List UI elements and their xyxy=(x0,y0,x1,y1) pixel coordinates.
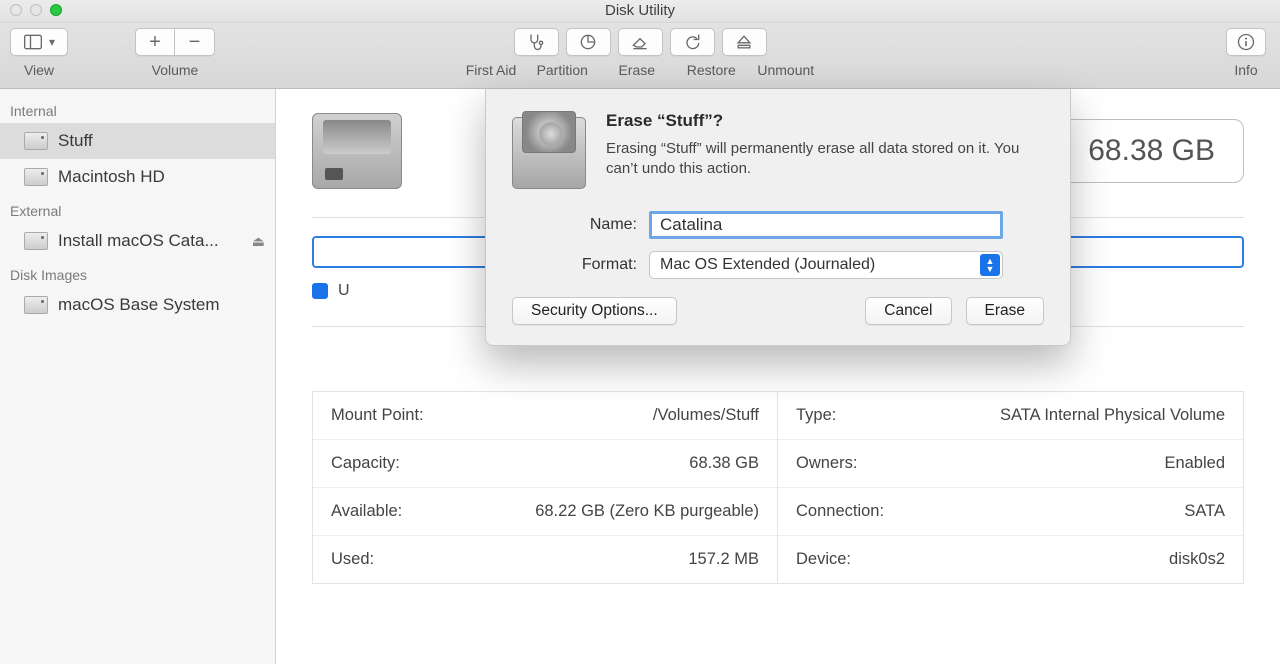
erase-confirm-button[interactable]: Erase xyxy=(966,297,1045,325)
sidebar-item-label: Macintosh HD xyxy=(58,167,165,187)
sidebar-item-stuff[interactable]: Stuff xyxy=(0,123,275,159)
toolbar-action-labels: First Aid Partition Erase Restore Unmoun… xyxy=(460,62,820,78)
restore-arrow-icon xyxy=(682,32,702,52)
toolbar-group-actions: First Aid Partition Erase Restore Unmoun… xyxy=(460,28,820,78)
erase-sheet: Erase “Stuff”? Erasing “Stuff” will perm… xyxy=(485,89,1071,346)
content-pane: Stuff Mac OS Extended (Journaled) 68.38 … xyxy=(276,89,1280,664)
info-col-left: Mount Point:/Volumes/Stuff Capacity:68.3… xyxy=(313,392,778,583)
eraser-icon xyxy=(630,32,650,52)
plus-icon: + xyxy=(149,31,161,54)
erase-sheet-title: Erase “Stuff”? xyxy=(606,111,1026,131)
sidebar-item-label: macOS Base System xyxy=(58,295,220,315)
sidebar-header-external: External xyxy=(0,195,275,223)
eject-icon xyxy=(734,32,754,52)
stethoscope-icon xyxy=(526,32,546,52)
titlebar: Disk Utility xyxy=(0,0,1280,23)
security-options-button[interactable]: Security Options... xyxy=(512,297,677,325)
erase-sheet-icon xyxy=(512,111,586,189)
internal-drive-icon xyxy=(24,132,48,150)
external-drive-icon xyxy=(24,232,48,250)
toolbar: ▾ View + − Volume xyxy=(0,23,1280,89)
sidebar-item-macintosh-hd[interactable]: Macintosh HD xyxy=(0,159,275,195)
sidebar-header-disk-images: Disk Images xyxy=(0,259,275,287)
name-input[interactable] xyxy=(649,211,1003,239)
cancel-button[interactable]: Cancel xyxy=(865,297,951,325)
add-volume-button[interactable]: + xyxy=(135,28,175,56)
pie-icon xyxy=(578,32,598,52)
disk-hero-icon xyxy=(312,113,402,189)
info-row: Device:disk0s2 xyxy=(778,536,1243,583)
toolbar-group-view: ▾ View xyxy=(10,28,68,78)
view-label: View xyxy=(10,62,68,78)
window-controls xyxy=(10,4,62,16)
info-row: Owners:Enabled xyxy=(778,440,1243,488)
erase-label: Erase xyxy=(603,62,672,78)
erase-form: Name: Format: Mac OS Extended (Journaled… xyxy=(512,211,1044,279)
internal-drive-icon xyxy=(24,168,48,186)
erase-button[interactable] xyxy=(618,28,663,56)
zoom-window-button[interactable] xyxy=(50,4,62,16)
toolbar-group-volume: + − Volume xyxy=(135,28,215,78)
name-label: Name: xyxy=(512,216,649,234)
info-button[interactable] xyxy=(1226,28,1266,56)
sidebar-item-install-macos[interactable]: Install macOS Cata... ⏏ xyxy=(0,223,275,259)
view-mode-button[interactable]: ▾ xyxy=(10,28,68,56)
first-aid-button[interactable] xyxy=(514,28,559,56)
select-stepper-icon: ▲▼ xyxy=(980,254,1000,276)
disk-size-box: 68.38 GB xyxy=(1059,119,1244,183)
sidebar-item-label: Stuff xyxy=(58,131,93,151)
sidebar: Internal Stuff Macintosh HD External Ins… xyxy=(0,89,276,664)
toolbar-group-info: Info xyxy=(1226,28,1266,78)
eject-icon[interactable]: ⏏ xyxy=(252,233,265,250)
info-icon xyxy=(1236,32,1256,52)
info-row: Type:SATA Internal Physical Volume xyxy=(778,392,1243,440)
sidebar-layout-icon xyxy=(23,32,43,52)
remove-volume-button[interactable]: − xyxy=(175,28,215,56)
format-label: Format: xyxy=(512,256,649,274)
format-select[interactable]: Mac OS Extended (Journaled) ▲▼ xyxy=(649,251,1003,279)
format-select-value: Mac OS Extended (Journaled) xyxy=(660,256,875,274)
info-row: Mount Point:/Volumes/Stuff xyxy=(313,392,777,440)
used-swatch xyxy=(312,283,328,299)
sidebar-item-label: Install macOS Cata... xyxy=(58,231,219,251)
unmount-label: Unmount xyxy=(752,62,821,78)
info-grid: Mount Point:/Volumes/Stuff Capacity:68.3… xyxy=(312,391,1244,584)
chevron-down-icon: ▾ xyxy=(49,35,55,49)
info-row: Connection:SATA xyxy=(778,488,1243,536)
restore-label: Restore xyxy=(677,62,746,78)
info-label: Info xyxy=(1226,62,1266,78)
minimize-window-button[interactable] xyxy=(30,4,42,16)
restore-button[interactable] xyxy=(670,28,715,56)
window-title: Disk Utility xyxy=(605,2,675,19)
disk-image-icon xyxy=(24,296,48,314)
info-row: Capacity:68.38 GB xyxy=(313,440,777,488)
erase-sheet-buttons: Security Options... Cancel Erase xyxy=(512,297,1044,325)
unmount-button[interactable] xyxy=(722,28,767,56)
sidebar-header-internal: Internal xyxy=(0,95,275,123)
minus-icon: − xyxy=(189,31,201,54)
first-aid-label: First Aid xyxy=(460,62,522,78)
partition-button[interactable] xyxy=(566,28,611,56)
info-row: Used:157.2 MB xyxy=(313,536,777,583)
window-body: Internal Stuff Macintosh HD External Ins… xyxy=(0,89,1280,664)
close-window-button[interactable] xyxy=(10,4,22,16)
erase-sheet-text: Erasing “Stuff” will permanently erase a… xyxy=(606,139,1026,180)
info-col-right: Type:SATA Internal Physical Volume Owner… xyxy=(778,392,1243,583)
volume-label: Volume xyxy=(135,62,215,78)
info-row: Available:68.22 GB (Zero KB purgeable) xyxy=(313,488,777,536)
used-label: U xyxy=(338,282,350,300)
partition-label: Partition xyxy=(528,62,597,78)
sidebar-item-base-system[interactable]: macOS Base System xyxy=(0,287,275,323)
